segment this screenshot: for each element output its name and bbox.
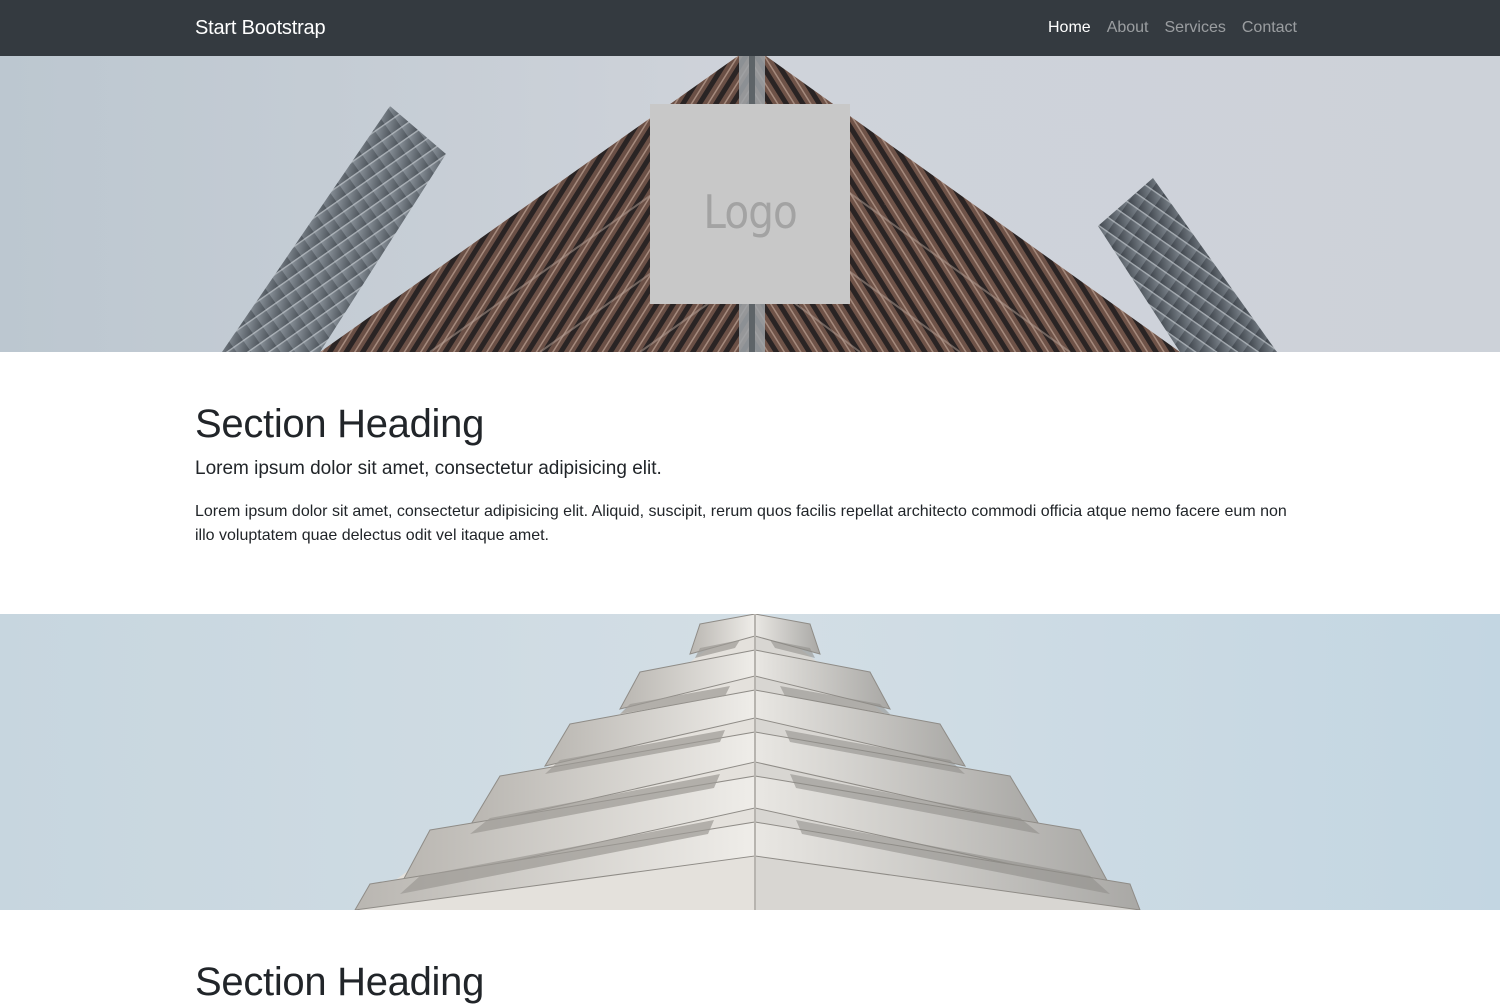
hero-building-photo-2 [0,614,1500,910]
hero-image-band-1: Logo [0,56,1500,352]
nav-item-contact: Contact [1242,17,1297,39]
nav-link-home[interactable]: Home [1048,19,1091,36]
nav-item-about: About [1107,17,1149,39]
nav-link-contact[interactable]: Contact [1242,19,1297,36]
section-heading: Section Heading [195,960,485,1004]
section-heading: Section Heading [195,402,485,446]
nav-links: Home About Services Contact [1048,17,1297,39]
section-lead-text: Lorem ipsum dolor sit amet, consectetur … [195,458,662,479]
nav-link-services[interactable]: Services [1165,19,1226,36]
nav-item-home: Home [1048,17,1091,39]
nav-item-services: Services [1165,17,1226,39]
logo-placeholder: Logo [650,104,850,304]
top-navbar: Start Bootstrap Home About Services Cont… [0,0,1500,56]
hero-image-band-2 [0,614,1500,910]
content-section-2: Section Heading [195,958,1305,1006]
section-body-text: Lorem ipsum dolor sit amet, consectetur … [195,503,1287,544]
content-section-1: Section Heading Lorem ipsum dolor sit am… [195,400,1305,548]
brand-link[interactable]: Start Bootstrap [195,15,326,41]
logo-text: Logo [703,185,797,239]
nav-link-about[interactable]: About [1107,19,1149,36]
